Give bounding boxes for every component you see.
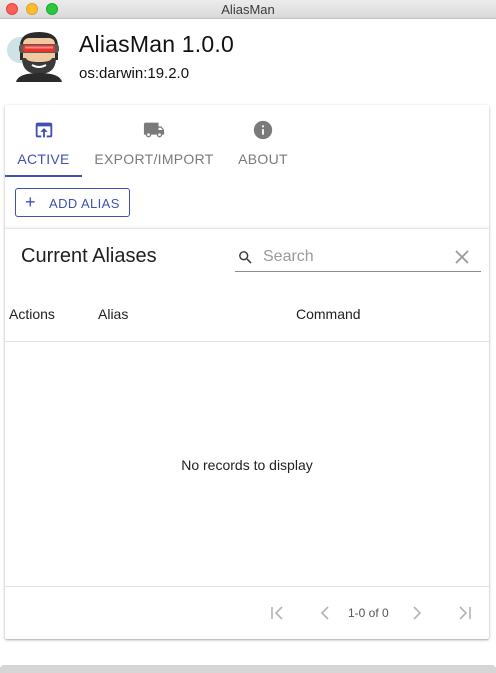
column-header-actions[interactable]: Actions xyxy=(9,306,55,322)
main-card: ACTIVE EXPORT/IMPORT ABOUT + ADD ALIAS C… xyxy=(5,105,489,639)
column-header-command[interactable]: Command xyxy=(296,306,361,322)
os-version: os:darwin:19.2.0 xyxy=(79,65,190,82)
tab-export-import-label: EXPORT/IMPORT xyxy=(94,151,214,167)
aliases-table-panel: Current Aliases Actions Alias Command No… xyxy=(5,228,489,639)
first-page-icon[interactable] xyxy=(268,604,286,622)
search-input[interactable] xyxy=(263,246,443,268)
tab-active-label: ACTIVE xyxy=(17,151,70,167)
tab-about[interactable]: ABOUT xyxy=(233,105,293,177)
tab-bar: ACTIVE EXPORT/IMPORT ABOUT xyxy=(5,105,489,177)
truck-icon xyxy=(143,122,165,138)
active-tab-indicator xyxy=(5,175,82,177)
plus-icon: + xyxy=(25,192,36,212)
cyclops-avatar-logo xyxy=(7,32,62,82)
search-field[interactable] xyxy=(235,243,481,272)
add-alias-button[interactable]: + ADD ALIAS xyxy=(15,188,130,217)
window-title: AliasMan xyxy=(221,2,275,17)
add-alias-label: ADD ALIAS xyxy=(49,196,120,211)
app-title: AliasMan 1.0.0 xyxy=(79,31,234,57)
tab-active[interactable]: ACTIVE xyxy=(5,105,82,177)
header-divider xyxy=(5,341,489,342)
open-in-browser-icon xyxy=(35,122,52,138)
footer-divider xyxy=(5,586,489,587)
clear-search-icon[interactable] xyxy=(455,250,469,264)
column-header-alias[interactable]: Alias xyxy=(98,306,128,322)
title-bar: AliasMan xyxy=(0,0,496,19)
search-icon xyxy=(239,251,252,264)
tab-about-label: ABOUT xyxy=(238,151,288,167)
app-window: AliasMan AliasMan 1.0.0 os:darwin:19.2.0… xyxy=(0,0,496,673)
table-title: Current Aliases xyxy=(21,245,157,267)
last-page-icon[interactable] xyxy=(456,604,474,622)
empty-table-message: No records to display xyxy=(181,457,313,473)
info-icon xyxy=(253,120,273,140)
pagination-info: 1-0 of 0 xyxy=(348,606,389,620)
next-page-icon[interactable] xyxy=(408,604,426,622)
tab-export-import[interactable]: EXPORT/IMPORT xyxy=(90,105,218,177)
previous-page-icon[interactable] xyxy=(316,604,334,622)
horizontal-scrollbar[interactable] xyxy=(0,665,496,673)
